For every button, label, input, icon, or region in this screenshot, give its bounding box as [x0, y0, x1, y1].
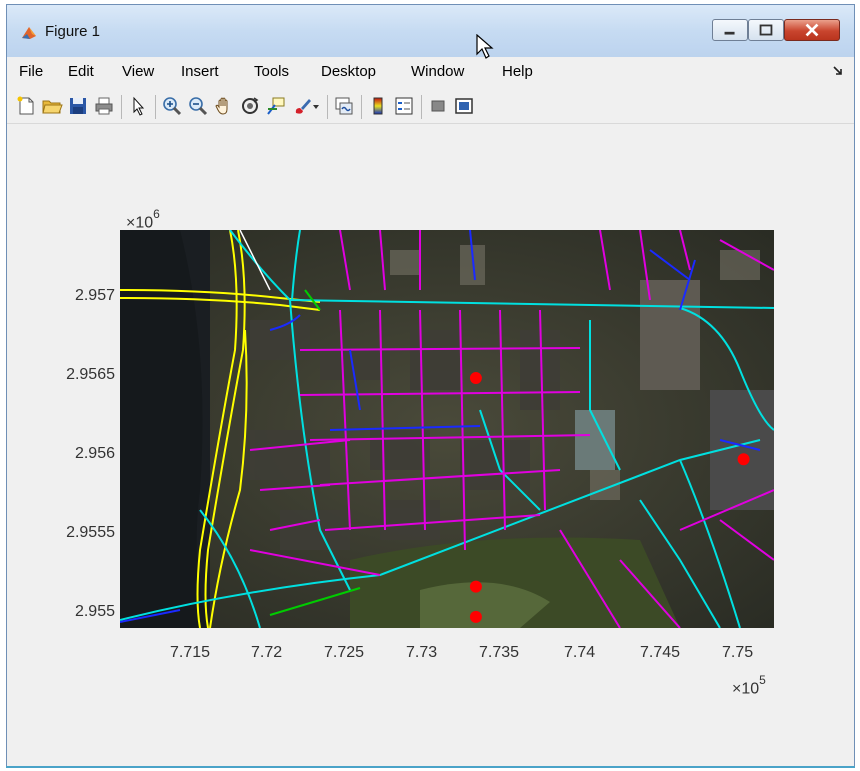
data-cursor-icon[interactable] [265, 95, 287, 117]
link-plot-icon[interactable] [333, 95, 355, 117]
print-icon[interactable] [93, 95, 115, 117]
menu-tools[interactable]: Tools [254, 63, 289, 80]
menu-view[interactable]: View [122, 63, 154, 80]
y-tick-label: 2.956 [74, 445, 115, 462]
map-axes[interactable] [120, 230, 774, 628]
aerial-basemap [120, 230, 774, 628]
pan-icon[interactable] [213, 95, 235, 117]
menu-desktop[interactable]: Desktop [321, 63, 376, 80]
x-tick-label: 7.715 [170, 644, 211, 661]
minimize-button[interactable] [712, 19, 748, 41]
x-exponent-label: ×105 [732, 673, 766, 698]
dock-arrow-icon[interactable] [832, 65, 844, 77]
title-bar: Figure 1 [7, 5, 854, 57]
y-tick-label: 2.9555 [66, 524, 115, 541]
colorbar-icon[interactable] [367, 95, 389, 117]
data-point[interactable] [469, 610, 482, 623]
hide-plot-tools-icon[interactable] [427, 95, 449, 117]
window-bottom-border [6, 766, 855, 768]
data-point[interactable] [469, 580, 482, 593]
mouse-cursor-icon [476, 34, 494, 59]
x-tick-label: 7.73 [406, 644, 438, 661]
save-icon[interactable] [67, 95, 89, 117]
data-point[interactable] [737, 453, 750, 466]
toolbar [7, 89, 854, 124]
window-title: Figure 1 [45, 23, 101, 40]
zoom-in-icon[interactable] [161, 95, 183, 117]
y-tick-label: 2.9565 [66, 366, 115, 383]
open-file-icon[interactable] [41, 95, 63, 117]
x-tick-label: 7.74 [564, 644, 596, 661]
data-point[interactable] [469, 372, 482, 385]
menu-bar: File Edit View Insert Tools Desktop Wind… [7, 57, 854, 89]
legend-icon[interactable] [393, 95, 415, 117]
matlab-icon [22, 27, 36, 39]
show-plot-tools-icon[interactable] [453, 95, 475, 117]
x-tick-label: 7.75 [722, 644, 754, 661]
menu-file[interactable]: File [19, 63, 43, 80]
menu-window[interactable]: Window [411, 63, 464, 80]
rotate-3d-icon[interactable] [239, 95, 261, 117]
brush-icon[interactable] [291, 95, 313, 117]
close-button[interactable] [784, 19, 840, 41]
x-tick-label: 7.725 [324, 644, 365, 661]
x-tick-label: 7.745 [640, 644, 681, 661]
zoom-out-icon[interactable] [187, 95, 209, 117]
new-figure-icon[interactable] [15, 95, 37, 117]
x-tick-label: 7.735 [479, 644, 520, 661]
maximize-button[interactable] [748, 19, 784, 41]
brush-dropdown-icon[interactable] [311, 95, 321, 117]
x-tick-label: 7.72 [251, 644, 283, 661]
y-exponent-label: ×106 [126, 207, 160, 232]
menu-insert[interactable]: Insert [181, 63, 219, 80]
menu-edit[interactable]: Edit [68, 63, 94, 80]
menu-help[interactable]: Help [502, 63, 533, 80]
pointer-icon[interactable] [127, 95, 149, 117]
y-tick-label: 2.955 [74, 603, 115, 620]
y-tick-label: 2.957 [74, 287, 115, 304]
